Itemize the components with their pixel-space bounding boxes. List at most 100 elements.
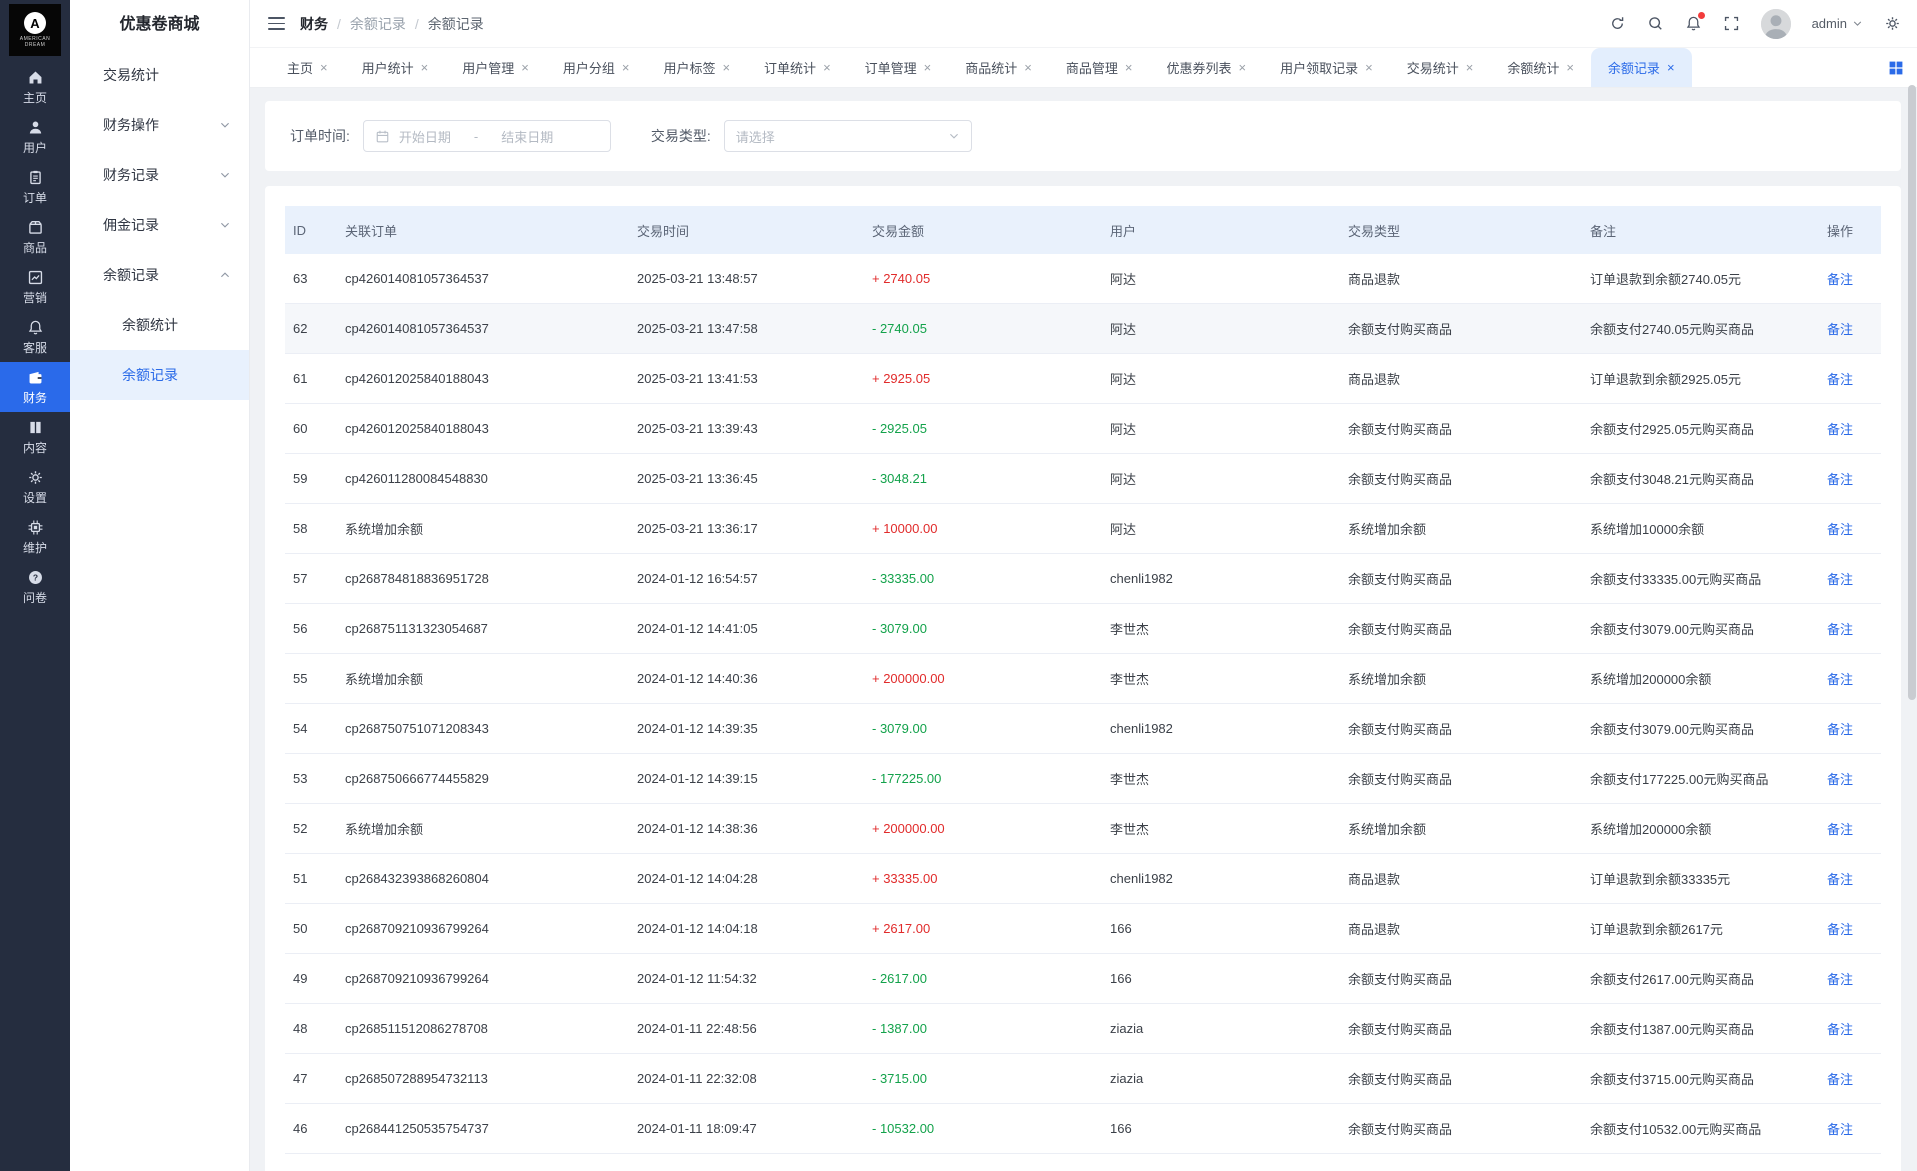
- rail-item-support[interactable]: 客服: [0, 312, 70, 362]
- table-row[interactable]: 46cp2684412505357547372024-01-11 18:09:4…: [285, 1104, 1881, 1154]
- app-logo[interactable]: A AMERICAN DREAM: [9, 4, 61, 56]
- tab-product-mgmt[interactable]: 商品管理×: [1049, 48, 1150, 87]
- tab-order-stats[interactable]: 订单统计×: [747, 48, 848, 87]
- close-icon[interactable]: ×: [1239, 61, 1247, 74]
- table-row[interactable]: 56cp2687511313230546872024-01-12 14:41:0…: [285, 604, 1881, 654]
- table-row[interactable]: 63cp4260140810573645372025-03-21 13:48:5…: [285, 254, 1881, 304]
- table-row[interactable]: 53cp2687506667744558292024-01-12 14:39:1…: [285, 754, 1881, 804]
- close-icon[interactable]: ×: [622, 61, 630, 74]
- rail-item-orders[interactable]: 订单: [0, 162, 70, 212]
- rail-item-finance[interactable]: 财务: [0, 362, 70, 412]
- remark-link[interactable]: 备注: [1827, 622, 1853, 637]
- tab-home[interactable]: 主页×: [270, 48, 345, 87]
- remark-link[interactable]: 备注: [1827, 922, 1853, 937]
- close-icon[interactable]: ×: [1365, 61, 1373, 74]
- breadcrumb-item[interactable]: 财务: [300, 14, 328, 34]
- table-row[interactable]: 62cp4260140810573645372025-03-21 13:47:5…: [285, 304, 1881, 354]
- close-icon[interactable]: ×: [1024, 61, 1032, 74]
- remark-link[interactable]: 备注: [1827, 372, 1853, 387]
- close-icon[interactable]: ×: [1667, 61, 1675, 74]
- sidebar-item-finance-ops[interactable]: 财务操作: [70, 100, 249, 150]
- gear-icon[interactable]: [1884, 15, 1901, 32]
- tab-trade-stats[interactable]: 交易统计×: [1390, 48, 1491, 87]
- table-row[interactable]: 47cp2685072889547321132024-01-11 22:32:0…: [285, 1054, 1881, 1104]
- content-area: 订单时间: 开始日期 - 结束日期 交易类型: 请选择 ID关联订单交易时间交易…: [250, 88, 1917, 1171]
- table-row[interactable]: 61cp4260120258401880432025-03-21 13:41:5…: [285, 354, 1881, 404]
- remark-link[interactable]: 备注: [1827, 1072, 1853, 1087]
- fullscreen-icon[interactable]: [1723, 15, 1740, 32]
- close-icon[interactable]: ×: [1466, 61, 1474, 74]
- remark-link[interactable]: 备注: [1827, 1122, 1853, 1137]
- rail-item-home[interactable]: 主页: [0, 62, 70, 112]
- trade-type-select[interactable]: 请选择: [724, 120, 972, 152]
- rail-item-users[interactable]: 用户: [0, 112, 70, 162]
- close-icon[interactable]: ×: [722, 61, 730, 74]
- tab-product-stats[interactable]: 商品统计×: [948, 48, 1049, 87]
- table-row[interactable]: 48cp2685115120862787082024-01-11 22:48:5…: [285, 1004, 1881, 1054]
- rail-item-label: 问卷: [23, 589, 47, 606]
- remark-link[interactable]: 备注: [1827, 822, 1853, 837]
- scrollbar[interactable]: [1908, 0, 1916, 1171]
- table-row[interactable]: 60cp4260120258401880432025-03-21 13:39:4…: [285, 404, 1881, 454]
- close-icon[interactable]: ×: [1125, 61, 1133, 74]
- sidebar-subitem-balance-records[interactable]: 余额记录: [70, 350, 249, 400]
- table-row[interactable]: 57cp2687848188369517282024-01-12 16:54:5…: [285, 554, 1881, 604]
- rail-item-products[interactable]: 商品: [0, 212, 70, 262]
- close-icon[interactable]: ×: [823, 61, 831, 74]
- tab-order-mgmt[interactable]: 订单管理×: [848, 48, 949, 87]
- remark-link[interactable]: 备注: [1827, 522, 1853, 537]
- remark-link[interactable]: 备注: [1827, 472, 1853, 487]
- table-row[interactable]: 52系统增加余额2024-01-12 14:38:36+ 200000.00李世…: [285, 804, 1881, 854]
- tab-user-tags[interactable]: 用户标签×: [646, 48, 747, 87]
- table-row[interactable]: 54cp2687507510712083432024-01-12 14:39:3…: [285, 704, 1881, 754]
- remark-link[interactable]: 备注: [1827, 672, 1853, 687]
- user-menu[interactable]: admin: [1812, 16, 1863, 31]
- sidebar-item-finance-records[interactable]: 财务记录: [70, 150, 249, 200]
- date-range-input[interactable]: 开始日期 - 结束日期: [363, 120, 611, 152]
- close-icon[interactable]: ×: [320, 61, 328, 74]
- refresh-icon[interactable]: [1609, 15, 1626, 32]
- sidebar-item-balance-records[interactable]: 余额记录: [70, 250, 249, 300]
- remark-link[interactable]: 备注: [1827, 422, 1853, 437]
- search-icon[interactable]: [1647, 15, 1664, 32]
- rail-item-settings[interactable]: 设置: [0, 462, 70, 512]
- tab-user-groups[interactable]: 用户分组×: [546, 48, 647, 87]
- remark-link[interactable]: 备注: [1827, 722, 1853, 737]
- rail-item-content[interactable]: 内容: [0, 412, 70, 462]
- tab-user-claim-records[interactable]: 用户领取记录×: [1263, 48, 1390, 87]
- scrollbar-thumb[interactable]: [1908, 85, 1916, 700]
- rail-item-survey[interactable]: ?问卷: [0, 562, 70, 612]
- collapse-sidebar-icon[interactable]: [268, 17, 285, 30]
- sidebar-item-trade-stats[interactable]: 交易统计: [70, 50, 249, 100]
- remark-link[interactable]: 备注: [1827, 272, 1853, 287]
- table-row[interactable]: 50cp2687092109367992642024-01-12 14:04:1…: [285, 904, 1881, 954]
- rail-item-maintenance[interactable]: 维护: [0, 512, 70, 562]
- sidebar-subitem-balance-stats[interactable]: 余额统计: [70, 300, 249, 350]
- table-row[interactable]: 59cp4260112800845488302025-03-21 13:36:4…: [285, 454, 1881, 504]
- remark-link[interactable]: 备注: [1827, 972, 1853, 987]
- table-row[interactable]: 51cp2684323938682608042024-01-12 14:04:2…: [285, 854, 1881, 904]
- tab-balance-records[interactable]: 余额记录×: [1591, 48, 1692, 87]
- table-row[interactable]: 55系统增加余额2024-01-12 14:40:36+ 200000.00李世…: [285, 654, 1881, 704]
- avatar[interactable]: [1761, 9, 1791, 39]
- tab-user-stats[interactable]: 用户统计×: [345, 48, 446, 87]
- remark-link[interactable]: 备注: [1827, 872, 1853, 887]
- sidebar-item-commission-records[interactable]: 佣金记录: [70, 200, 249, 250]
- close-icon[interactable]: ×: [421, 61, 429, 74]
- rail-item-marketing[interactable]: 营销: [0, 262, 70, 312]
- remark-link[interactable]: 备注: [1827, 1022, 1853, 1037]
- tab-balance-stats[interactable]: 余额统计×: [1490, 48, 1591, 87]
- close-icon[interactable]: ×: [521, 61, 529, 74]
- breadcrumb-item[interactable]: 余额记录: [350, 14, 406, 34]
- remark-link[interactable]: 备注: [1827, 572, 1853, 587]
- tab-grid-icon[interactable]: [1888, 60, 1904, 76]
- close-icon[interactable]: ×: [1566, 61, 1574, 74]
- remark-link[interactable]: 备注: [1827, 322, 1853, 337]
- close-icon[interactable]: ×: [924, 61, 932, 74]
- remark-link[interactable]: 备注: [1827, 772, 1853, 787]
- tab-user-mgmt[interactable]: 用户管理×: [445, 48, 546, 87]
- table-row[interactable]: 58系统增加余额2025-03-21 13:36:17+ 10000.00阿达系…: [285, 504, 1881, 554]
- bell-icon[interactable]: [1685, 15, 1702, 32]
- table-row[interactable]: 49cp2687092109367992642024-01-12 11:54:3…: [285, 954, 1881, 1004]
- tab-coupon-list[interactable]: 优惠券列表×: [1149, 48, 1263, 87]
